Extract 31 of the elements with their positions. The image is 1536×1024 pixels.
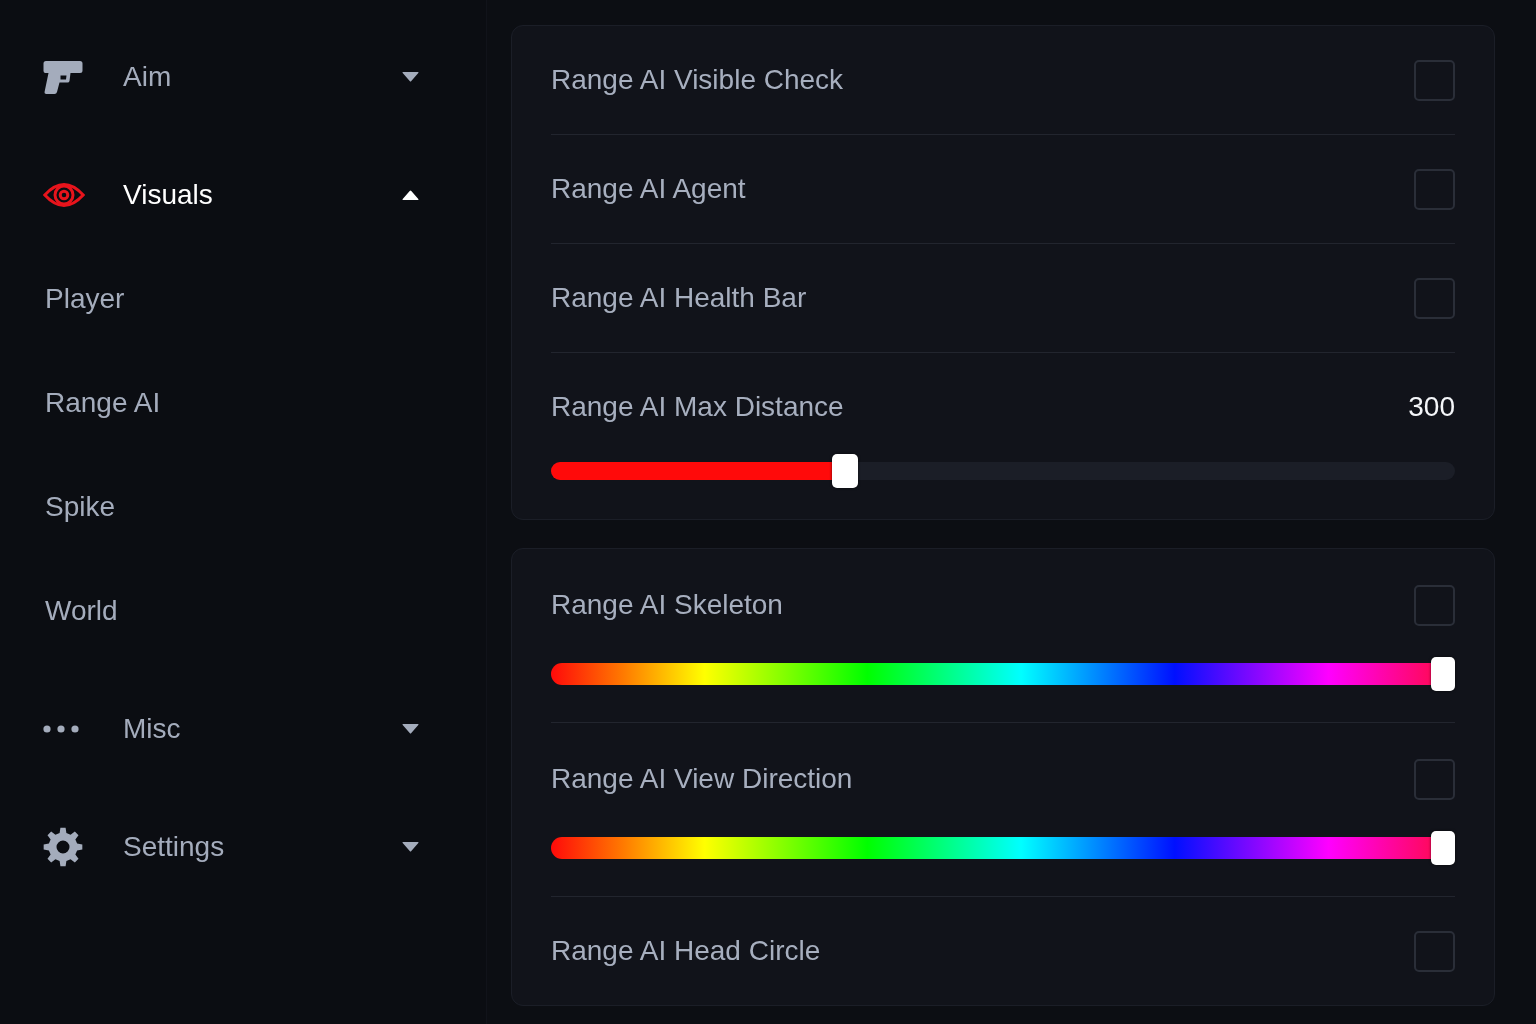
eye-icon — [43, 180, 85, 210]
setting-label: Range AI Skeleton — [551, 588, 783, 622]
setting-label: Range AI Visible Check — [551, 63, 844, 97]
sidebar-section[interactable]: Settings — [43, 795, 419, 899]
setting-label: Range AI View Direction — [551, 762, 853, 796]
slider-thumb[interactable] — [1431, 831, 1455, 865]
sidebar-section[interactable]: Misc — [43, 677, 419, 781]
checkbox[interactable] — [1414, 168, 1455, 210]
sidebar-section[interactable]: Visuals — [43, 143, 419, 247]
slider-thumb[interactable] — [1431, 657, 1455, 691]
sidebar-subitem[interactable]: Player — [43, 247, 125, 351]
sidebar-subitem[interactable]: Spike — [43, 455, 116, 559]
setting-label: Range AI Max Distance — [551, 390, 844, 424]
setting-label: Range AI Head Circle — [551, 934, 821, 968]
checkbox[interactable] — [1414, 277, 1455, 319]
setting-label: Range AI Health Bar — [551, 281, 807, 315]
sidebar-subitem[interactable]: World — [43, 559, 118, 663]
settings-icon — [43, 827, 83, 867]
checkbox[interactable] — [1414, 758, 1455, 800]
sidebar-section[interactable]: Aim — [43, 25, 419, 129]
more-dots-icon — [43, 725, 79, 733]
setting-label: Range AI Agent — [551, 172, 746, 206]
hue-slider-track[interactable] — [551, 663, 1431, 685]
slider-thumb[interactable] — [831, 454, 858, 488]
hue-slider-track[interactable] — [551, 837, 1431, 859]
slider-value: 300 — [1408, 390, 1455, 424]
pistol-icon — [43, 60, 83, 94]
checkbox[interactable] — [1414, 584, 1455, 626]
sidebar-subitem[interactable]: Range AI — [43, 351, 161, 455]
checkbox[interactable] — [1414, 930, 1455, 972]
checkbox[interactable] — [1414, 59, 1455, 101]
